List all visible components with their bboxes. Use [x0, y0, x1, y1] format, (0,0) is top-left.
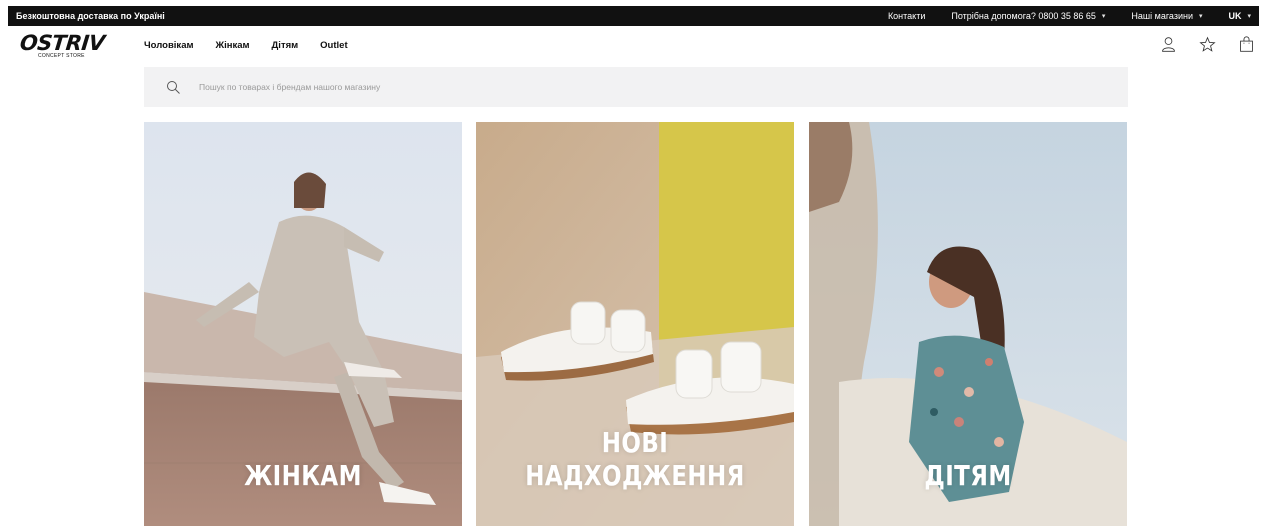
stores-dropdown[interactable]: Наші магазини ▾ — [1131, 11, 1202, 21]
main-nav: Чоловікам Жінкам Дітям Outlet — [144, 40, 348, 51]
language-dropdown[interactable]: UK ▾ — [1228, 11, 1251, 21]
chevron-down-icon: ▾ — [1198, 13, 1203, 20]
help-label: Потрібна допомога? 0800 35 86 65 — [951, 11, 1096, 21]
tile-kids[interactable]: ДІТЯМ — [809, 122, 1127, 526]
nav-item-women[interactable]: Жінкам — [216, 40, 250, 51]
chevron-down-icon: ▾ — [1247, 13, 1251, 20]
chevron-down-icon: ▾ — [1101, 13, 1106, 20]
star-icon[interactable] — [1199, 36, 1216, 53]
logo-wordmark: OSTRIV — [18, 31, 106, 55]
tile-women-caption: ЖІНКАМ — [244, 459, 362, 492]
tile-new-arrivals-caption: НОВІ НАДХОДЖЕННЯ — [525, 426, 745, 492]
header-icons — [1160, 36, 1255, 53]
search-input[interactable] — [197, 81, 797, 93]
nav-item-outlet[interactable]: Outlet — [320, 40, 347, 51]
site-header: OSTRIV CONCEPT STORE Чоловікам Жінкам Ді… — [0, 26, 1267, 66]
tile-women[interactable]: ЖІНКАМ — [144, 122, 462, 526]
logo[interactable]: OSTRIV CONCEPT STORE — [18, 31, 106, 62]
user-icon[interactable] — [1160, 36, 1177, 53]
nav-item-kids[interactable]: Дітям — [272, 40, 299, 51]
stores-label: Наші магазини — [1131, 11, 1193, 21]
top-bar: Безкоштовна доставка по Україні Контакти… — [8, 6, 1259, 26]
search-icon[interactable] — [166, 80, 181, 95]
category-tiles: ЖІНКАМ НОВІ НАДХОДЖЕННЯ ДІТЯМ — [144, 122, 1128, 526]
nav-item-men[interactable]: Чоловікам — [144, 40, 194, 51]
tile-kids-caption: ДІТЯМ — [924, 459, 1012, 492]
search-bar — [144, 67, 1128, 107]
help-dropdown[interactable]: Потрібна допомога? 0800 35 86 65 ▾ — [951, 11, 1105, 21]
top-bar-links: Контакти Потрібна допомога? 0800 35 86 6… — [888, 11, 1251, 21]
tile-new-arrivals[interactable]: НОВІ НАДХОДЖЕННЯ — [476, 122, 794, 526]
bag-icon[interactable] — [1238, 36, 1255, 53]
contacts-link[interactable]: Контакти — [888, 11, 925, 21]
language-label: UK — [1228, 11, 1242, 21]
free-shipping-text: Безкоштовна доставка по Україні — [16, 11, 165, 21]
